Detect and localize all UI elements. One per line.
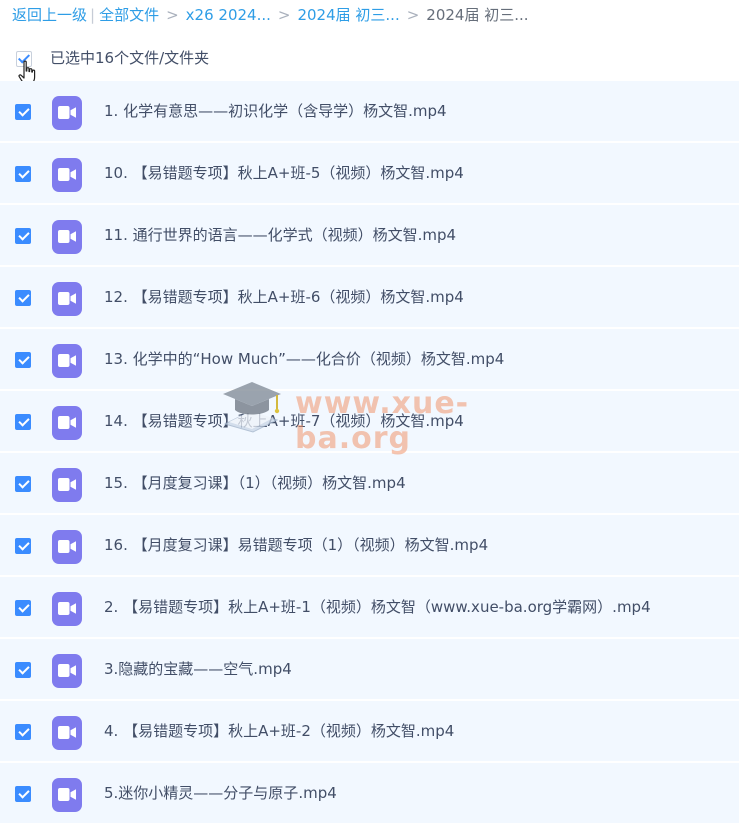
file-name[interactable]: 4. 【易错题专项】秋上A+班-2（视频）杨文智.mp4 <box>104 701 454 761</box>
selection-bar: 已选中16个文件/文件夹 <box>0 40 739 85</box>
chevron-right-icon: > <box>166 6 179 24</box>
file-name[interactable]: 14. 【易错题专项】秋上A+班-7（视频）杨文智.mp4 <box>104 391 464 451</box>
file-checkbox[interactable] <box>15 786 31 802</box>
file-name[interactable]: 1. 化学有意思——初识化学（含导学）杨文智.mp4 <box>104 81 447 141</box>
file-name[interactable]: 15. 【月度复习课】（1）（视频）杨文智.mp4 <box>104 453 406 513</box>
breadcrumb-current: 2024届 初三... <box>426 6 529 24</box>
video-file-icon <box>52 530 82 564</box>
file-name[interactable]: 11. 通行世界的语言——化学式（视频）杨文智.mp4 <box>104 205 456 265</box>
file-row[interactable]: 15. 【月度复习课】（1）（视频）杨文智.mp4 <box>0 453 739 515</box>
file-row[interactable]: 2. 【易错题专项】秋上A+班-1（视频）杨文智（www.xue-ba.org学… <box>0 577 739 639</box>
file-checkbox[interactable] <box>15 662 31 678</box>
file-list: 1. 化学有意思——初识化学（含导学）杨文智.mp4 10. 【易错题专项】秋上A… <box>0 81 739 825</box>
video-file-icon <box>52 716 82 750</box>
video-file-icon <box>52 282 82 316</box>
file-name[interactable]: 2. 【易错题专项】秋上A+班-1（视频）杨文智（www.xue-ba.org学… <box>104 577 651 637</box>
file-row[interactable]: 13. 化学中的“How Much”——化合价（视频）杨文智.mp4 <box>0 329 739 391</box>
video-file-icon <box>52 220 82 254</box>
breadcrumb: 返回上一级 | 全部文件 > x26 2024... >2024届 初三... >2024届… <box>12 4 529 26</box>
file-checkbox[interactable] <box>15 724 31 740</box>
chevron-right-icon: > <box>277 6 291 24</box>
video-file-icon <box>52 406 82 440</box>
file-checkbox[interactable] <box>15 228 31 244</box>
breadcrumb-item-2024-grade9[interactable]: 2024届 初三... <box>297 6 399 24</box>
file-checkbox[interactable] <box>15 538 31 554</box>
file-checkbox[interactable] <box>15 476 31 492</box>
video-file-icon <box>52 158 82 192</box>
video-file-icon <box>52 592 82 626</box>
breadcrumb-divider: | <box>90 6 96 24</box>
file-checkbox[interactable] <box>15 600 31 616</box>
file-row[interactable]: 14. 【易错题专项】秋上A+班-7（视频）杨文智.mp4 <box>0 391 739 453</box>
selection-count-text: 已选中16个文件/文件夹 <box>50 49 210 67</box>
file-checkbox[interactable] <box>15 104 31 120</box>
file-name[interactable]: 12. 【易错题专项】秋上A+班-6（视频）杨文智.mp4 <box>104 267 464 327</box>
file-row[interactable]: 16. 【月度复习课】易错题专项（1）（视频）杨文智.mp4 <box>0 515 739 577</box>
file-row[interactable]: 11. 通行世界的语言——化学式（视频）杨文智.mp4 <box>0 205 739 267</box>
file-row[interactable]: 1. 化学有意思——初识化学（含导学）杨文智.mp4 <box>0 81 739 143</box>
file-name[interactable]: 10. 【易错题专项】秋上A+班-5（视频）杨文智.mp4 <box>104 143 464 203</box>
file-name[interactable]: 13. 化学中的“How Much”——化合价（视频）杨文智.mp4 <box>104 329 504 389</box>
file-row[interactable]: 3.隐藏的宝藏——空气.mp4 <box>0 639 739 701</box>
file-name[interactable]: 5.迷你小精灵——分子与原子.mp4 <box>104 763 337 823</box>
file-checkbox[interactable] <box>15 166 31 182</box>
file-row[interactable]: 5.迷你小精灵——分子与原子.mp4 <box>0 763 739 825</box>
file-row[interactable]: 12. 【易错题专项】秋上A+班-6（视频）杨文智.mp4 <box>0 267 739 329</box>
file-checkbox[interactable] <box>15 414 31 430</box>
video-file-icon <box>52 344 82 378</box>
file-checkbox[interactable] <box>15 290 31 306</box>
back-link[interactable]: 返回上一级 <box>12 6 87 24</box>
file-name[interactable]: 16. 【月度复习课】易错题专项（1）（视频）杨文智.mp4 <box>104 515 488 575</box>
file-row[interactable]: 10. 【易错题专项】秋上A+班-5（视频）杨文智.mp4 <box>0 143 739 205</box>
video-file-icon <box>52 778 82 812</box>
chevron-right-icon: > <box>406 6 420 24</box>
breadcrumb-item-all-files[interactable]: 全部文件 <box>99 6 159 24</box>
file-name[interactable]: 3.隐藏的宝藏——空气.mp4 <box>104 639 292 699</box>
file-checkbox[interactable] <box>15 352 31 368</box>
file-row[interactable]: 4. 【易错题专项】秋上A+班-2（视频）杨文智.mp4 <box>0 701 739 763</box>
video-file-icon <box>52 468 82 502</box>
video-file-icon <box>52 654 82 688</box>
video-file-icon <box>52 96 82 130</box>
breadcrumb-item-x26[interactable]: x26 2024... <box>186 6 271 24</box>
